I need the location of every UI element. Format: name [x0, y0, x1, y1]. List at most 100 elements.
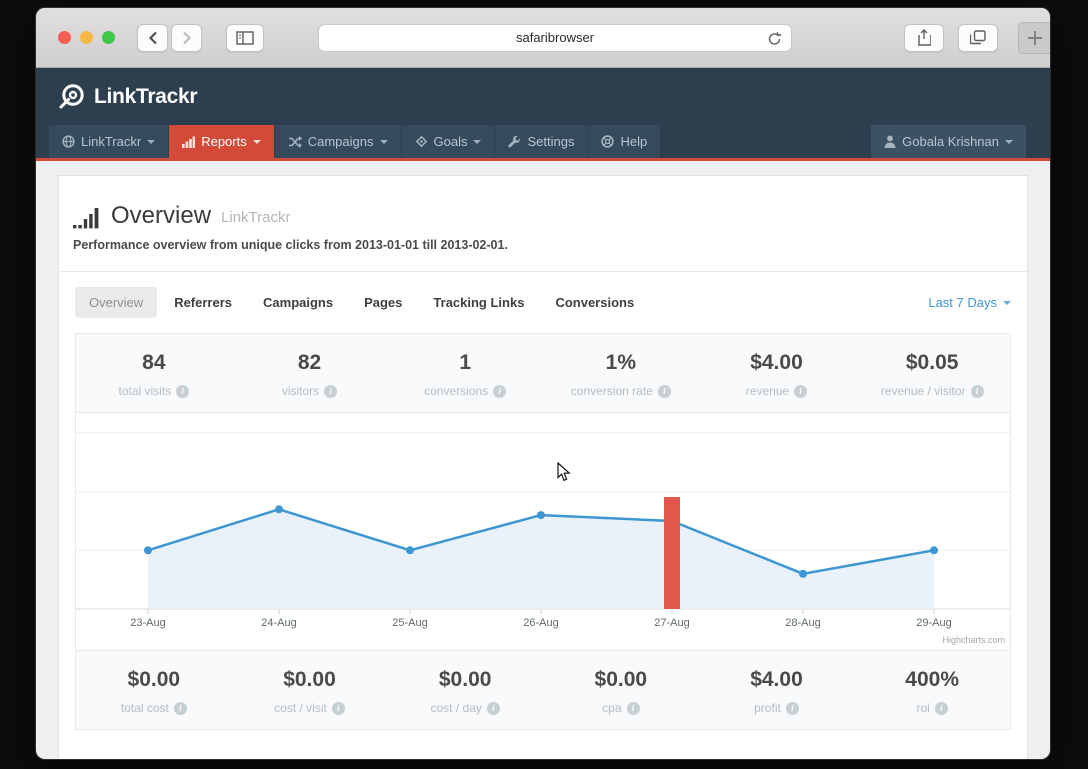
- svg-text:Highcharts.com: Highcharts.com: [942, 635, 1005, 645]
- info-icon[interactable]: i: [794, 384, 808, 398]
- overview-chart[interactable]: 23-Aug 24-Aug 25-Aug 26-Aug 27-Aug 28-Aug 29-A…: [76, 413, 1010, 650]
- minimize-button[interactable]: [80, 31, 93, 44]
- stat-value: 400%: [905, 668, 960, 691]
- stat-value: $0.00: [283, 668, 336, 691]
- stat-value: $0.00: [127, 668, 181, 691]
- nav-label: LinkTrackr: [81, 134, 142, 149]
- goal-icon: [415, 135, 427, 148]
- stat-cost-per-visit: $0.00 cost / visit i: [232, 667, 388, 715]
- page-title-suffix: LinkTrackr: [221, 209, 291, 226]
- tab-overview[interactable]: Overview: [75, 287, 158, 318]
- tab-campaigns[interactable]: Campaigns: [249, 287, 347, 318]
- tab-conversions[interactable]: Conversions: [541, 287, 648, 318]
- nav-item-help[interactable]: Help: [588, 125, 661, 158]
- stat-revenue: $4.00 revenue i: [699, 350, 855, 398]
- svg-text:23-Aug: 23-Aug: [130, 617, 165, 629]
- stat-label: cost / visit: [274, 701, 327, 715]
- report-tabs: Overview Referrers Campaigns Pages Track…: [59, 272, 1027, 329]
- chevron-left-icon: [148, 31, 157, 44]
- main-nav: LinkTrackr Reports Campaigns Goals Setti…: [36, 125, 1050, 158]
- stat-value: $0.00: [438, 668, 492, 691]
- stat-label: visitors: [281, 384, 320, 398]
- svg-text:29-Aug: 29-Aug: [916, 617, 951, 629]
- tab-tracking-links[interactable]: Tracking Links: [419, 287, 538, 318]
- info-icon[interactable]: i: [486, 701, 500, 715]
- stat-label: roi: [916, 701, 930, 715]
- caret-down-icon: [252, 140, 261, 144]
- page-header: Overview LinkTrackr Performance overview…: [59, 176, 1027, 252]
- brand-name: LinkTrackr: [94, 84, 198, 108]
- app-header: LinkTrackr: [36, 68, 1050, 125]
- browser-toolbar: safaribrowser: [36, 8, 1050, 68]
- stat-label: total visits: [118, 384, 172, 398]
- svg-text:25-Aug: 25-Aug: [392, 617, 427, 629]
- stat-value: $4.00: [750, 668, 803, 691]
- info-icon[interactable]: i: [324, 384, 338, 398]
- date-range-label: Last 7 Days: [928, 295, 997, 310]
- tab-pages[interactable]: Pages: [350, 287, 416, 318]
- share-icon: [918, 29, 931, 46]
- svg-text:27-Aug: 27-Aug: [654, 617, 689, 629]
- stat-value: 1%: [605, 351, 636, 374]
- nav-item-settings[interactable]: Settings: [495, 125, 588, 158]
- back-button[interactable]: [137, 23, 168, 52]
- fullscreen-button[interactable]: [102, 31, 115, 44]
- page-content: Overview LinkTrackr Performance overview…: [36, 161, 1050, 759]
- nav-label: Campaigns: [307, 134, 374, 149]
- stat-total-visits: 84 total visits i: [76, 350, 232, 398]
- nav-item-campaigns[interactable]: Campaigns: [274, 125, 401, 158]
- info-icon[interactable]: i: [657, 384, 671, 398]
- stat-cost-per-day: $0.00 cost / day i: [387, 667, 543, 715]
- mouse-cursor: [557, 462, 571, 482]
- info-icon[interactable]: i: [331, 701, 345, 715]
- svg-text:28-Aug: 28-Aug: [785, 617, 820, 629]
- info-icon[interactable]: i: [785, 701, 799, 715]
- stats-row-bottom: $0.00 total cost i $0.00 cost / visit i $0…: [76, 650, 1010, 729]
- forward-button[interactable]: [171, 23, 202, 52]
- stat-label: conversions: [424, 384, 489, 398]
- nav-item-goals[interactable]: Goals: [401, 125, 495, 158]
- info-icon[interactable]: i: [970, 384, 984, 398]
- browser-window: safaribrowser LinkTrackr LinkTrackr Repo…: [36, 8, 1050, 759]
- page-subtitle: Performance overview from unique clicks …: [73, 238, 508, 252]
- stat-cpa: $0.00 cpa i: [543, 667, 699, 715]
- info-icon[interactable]: i: [176, 384, 190, 398]
- info-icon[interactable]: i: [934, 701, 948, 715]
- stat-visitors: 82 visitors i: [232, 350, 388, 398]
- stat-profit: $4.00 profit i: [699, 667, 855, 715]
- date-range-selector[interactable]: Last 7 Days: [928, 295, 1011, 310]
- svg-text:24-Aug: 24-Aug: [261, 617, 296, 629]
- sidebar-button[interactable]: [226, 23, 264, 52]
- stat-value: $0.05: [905, 351, 959, 374]
- tab-referrers[interactable]: Referrers: [160, 287, 246, 318]
- stat-label: profit: [754, 701, 781, 715]
- tab-overview-button[interactable]: [958, 23, 998, 52]
- stat-total-cost: $0.00 total cost i: [76, 667, 232, 715]
- stat-label: cost / day: [430, 701, 482, 715]
- nav-item-reports[interactable]: Reports: [169, 125, 274, 158]
- address-bar[interactable]: safaribrowser: [318, 23, 792, 52]
- traffic-lights: [58, 31, 115, 44]
- close-button[interactable]: [58, 31, 71, 44]
- page-title: Overview: [111, 202, 212, 229]
- nav-item-linktrackr[interactable]: LinkTrackr: [49, 125, 169, 158]
- stat-conversions: 1 conversions i: [387, 350, 543, 398]
- wrench-icon: [508, 135, 521, 148]
- bar-chart-icon: [182, 136, 196, 148]
- svg-text:26-Aug: 26-Aug: [523, 617, 558, 629]
- caret-down-icon: [379, 140, 388, 144]
- life-ring-icon: [601, 135, 615, 148]
- caret-down-icon: [1005, 140, 1013, 144]
- user-name: Gobala Krishnan: [902, 134, 999, 149]
- share-button[interactable]: [904, 23, 944, 52]
- info-icon[interactable]: i: [626, 701, 640, 715]
- stat-revenue-per-visitor: $0.05 revenue / visitor i: [854, 350, 1010, 398]
- info-icon[interactable]: i: [173, 701, 187, 715]
- reload-icon[interactable]: [767, 31, 782, 47]
- info-icon[interactable]: i: [493, 384, 507, 398]
- stat-label: revenue: [745, 384, 790, 398]
- new-tab-button[interactable]: [1018, 21, 1050, 54]
- stat-label: total cost: [120, 701, 169, 715]
- user-menu[interactable]: Gobala Krishnan: [871, 125, 1026, 158]
- caret-down-icon: [1003, 301, 1011, 305]
